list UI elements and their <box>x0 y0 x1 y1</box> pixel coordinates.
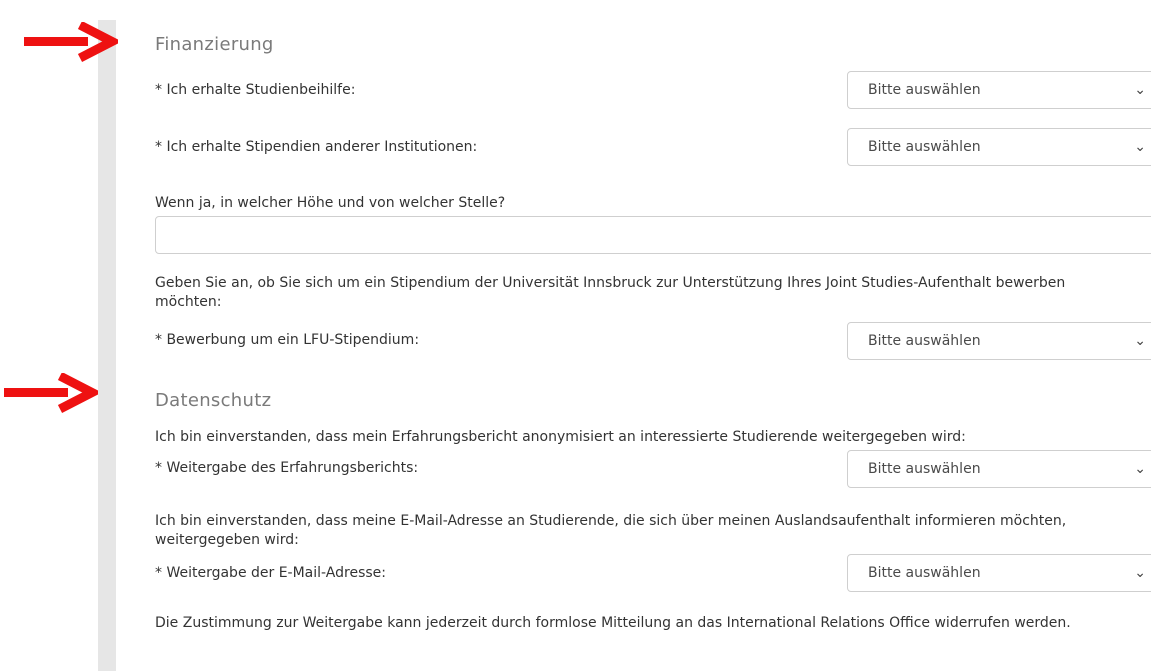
lfu-label: * Bewerbung um ein LFU-Stipendium: <box>155 332 420 348</box>
lfu-intro-text: Geben Sie an, ob Sie sich um ein Stipend… <box>155 275 1066 310</box>
email-intro-text: Ich bin einverstanden, dass meine E-Mail… <box>155 513 1067 548</box>
section-title-datenschutz: Datenschutz <box>155 390 272 411</box>
chevron-down-icon: ⌄ <box>1134 333 1146 349</box>
widerruf-text: Die Zustimmung zur Weitergabe kann jeder… <box>155 615 1071 631</box>
select-value: Bitte auswählen <box>868 565 981 581</box>
select-value: Bitte auswählen <box>868 82 981 98</box>
bericht-select[interactable]: Bitte auswählen ⌄ <box>847 450 1151 488</box>
bericht-intro-text: Ich bin einverstanden, dass mein Erfahru… <box>155 429 966 445</box>
chevron-down-icon: ⌄ <box>1134 82 1146 98</box>
select-value: Bitte auswählen <box>868 461 981 477</box>
left-border-bar <box>98 20 116 671</box>
form-content: Finanzierung * Ich erhalte Studienbeihil… <box>155 0 1151 671</box>
chevron-down-icon: ⌄ <box>1134 139 1146 155</box>
select-value: Bitte auswählen <box>868 333 981 349</box>
hoehe-label: Wenn ja, in welcher Höhe und von welcher… <box>155 195 506 211</box>
lfu-select[interactable]: Bitte auswählen ⌄ <box>847 322 1151 360</box>
right-arrow-icon <box>24 22 118 62</box>
section-title-finanzierung: Finanzierung <box>155 34 274 55</box>
chevron-down-icon: ⌄ <box>1134 461 1146 477</box>
email-label: * Weitergabe der E-Mail-Adresse: <box>155 565 386 581</box>
hoehe-input[interactable] <box>155 216 1151 254</box>
stipendien-select[interactable]: Bitte auswählen ⌄ <box>847 128 1151 166</box>
bericht-label: * Weitergabe des Erfahrungsberichts: <box>155 460 419 476</box>
studienbeihilfe-label: * Ich erhalte Studienbeihilfe: <box>155 82 356 98</box>
studienbeihilfe-select[interactable]: Bitte auswählen ⌄ <box>847 71 1151 109</box>
chevron-down-icon: ⌄ <box>1134 565 1146 581</box>
stipendien-label: * Ich erhalte Stipendien anderer Institu… <box>155 139 478 155</box>
right-arrow-icon <box>4 373 98 413</box>
email-select[interactable]: Bitte auswählen ⌄ <box>847 554 1151 592</box>
select-value: Bitte auswählen <box>868 139 981 155</box>
